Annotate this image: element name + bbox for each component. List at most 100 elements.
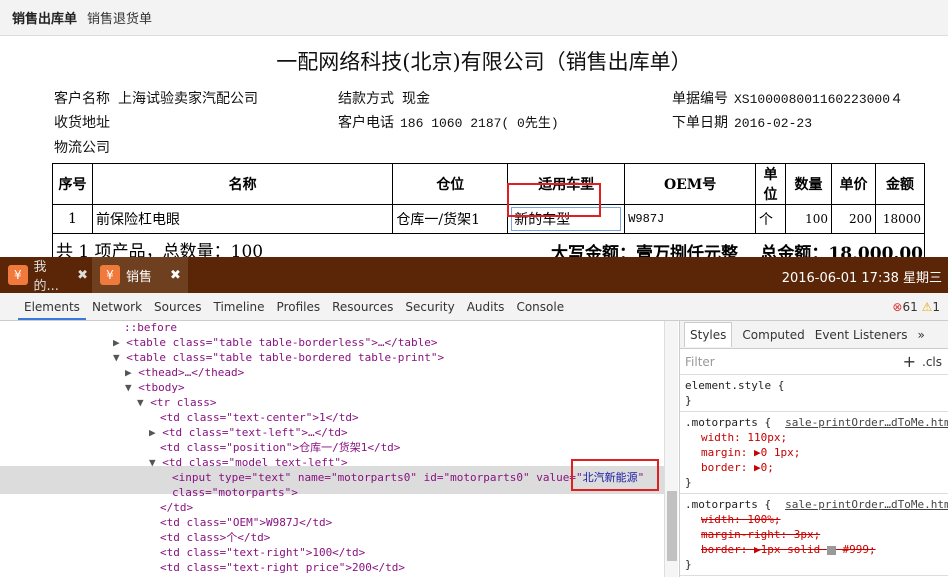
expand-arrow-icon[interactable]: ▼ bbox=[137, 396, 150, 409]
source-link[interactable]: sale-printOrder…dToMe.htm bbox=[785, 498, 948, 511]
dom-node[interactable]: ::before bbox=[124, 321, 177, 335]
cell-position: 仓库一/货架1 bbox=[392, 204, 509, 234]
tab-sources[interactable]: Sources bbox=[148, 300, 207, 314]
error-count[interactable]: ⊗61 ⚠1 bbox=[892, 300, 940, 314]
header-cell: 序号 bbox=[52, 163, 93, 205]
tab-event-listeners[interactable]: Event Listeners bbox=[815, 328, 908, 342]
dom-node[interactable]: ▼ <td class="model text-left"> bbox=[149, 455, 348, 470]
header-cell: 金额 bbox=[874, 163, 926, 205]
dom-node[interactable]: ▼ <tbody> bbox=[125, 380, 185, 395]
dom-node-text: <td class>个</td> bbox=[160, 531, 271, 544]
brace: } bbox=[685, 558, 692, 571]
styles-filter-input[interactable]: Filter + .cls bbox=[680, 349, 948, 375]
dom-node-text: <thead>…</thead> bbox=[138, 366, 245, 379]
table-row: 1 前保险杠电眼 仓库一/货架1 新的车型 W987J 个 100 200 18… bbox=[52, 204, 926, 234]
selector: .motorparts { bbox=[685, 498, 772, 511]
tab-sales-outbound[interactable]: 销售出库单 bbox=[12, 8, 77, 27]
color-swatch[interactable] bbox=[826, 545, 836, 555]
value: 上海试验卖家汽配公司 bbox=[118, 91, 258, 107]
dom-node[interactable]: ▼ <tr class> bbox=[137, 395, 216, 410]
tab-elements[interactable]: Elements bbox=[18, 300, 86, 320]
dom-node-text: class="motorparts"> bbox=[172, 486, 298, 499]
error-icon: ⊗ bbox=[892, 300, 903, 314]
header-cell: 数量 bbox=[785, 163, 832, 205]
dom-node-text: <table class="table table-bordered table… bbox=[126, 351, 445, 364]
scrollbar[interactable] bbox=[664, 321, 678, 577]
css-property[interactable]: width: 100%; bbox=[685, 512, 943, 527]
top-nav: 销售出库单 销售退货单 bbox=[0, 0, 948, 36]
dom-node-text: <tbody> bbox=[138, 381, 185, 394]
css-property[interactable]: margin: ▶0 1px; bbox=[685, 445, 943, 460]
css-property[interactable]: border: ▶1px solid #999; bbox=[685, 542, 943, 557]
dom-node[interactable]: <td class="text-right price">200</td> bbox=[160, 560, 405, 575]
prop-text: border: ▶1px solid bbox=[701, 543, 827, 556]
tab-console[interactable]: Console bbox=[510, 300, 570, 314]
scrollbar-thumb[interactable] bbox=[667, 491, 677, 561]
tab-computed[interactable]: Computed bbox=[742, 328, 804, 342]
expand-arrow-icon[interactable]: ▶ bbox=[125, 366, 138, 379]
selector: element.style { bbox=[685, 379, 785, 392]
selector: .motorparts { bbox=[685, 416, 772, 429]
tab-security[interactable]: Security bbox=[399, 300, 460, 314]
dom-node-text: <td class="position">仓库一/货架1</td> bbox=[160, 441, 401, 454]
tab-profiles[interactable]: Profiles bbox=[271, 300, 327, 314]
order-number: 单据编号 XS100008001160223000４ bbox=[672, 88, 903, 108]
tab-timeline[interactable]: Timeline bbox=[208, 300, 271, 314]
cell-name: 前保险杠电眼 bbox=[91, 204, 394, 234]
css-rule-overridden: .motorparts { sale-printOrder…dToMe.htm w… bbox=[680, 494, 948, 576]
dom-node[interactable]: <td class>个</td> bbox=[160, 530, 270, 545]
expand-arrow-icon[interactable]: ▼ bbox=[149, 456, 162, 469]
cell-qty: 100 bbox=[785, 204, 832, 234]
tab-audits[interactable]: Audits bbox=[461, 300, 511, 314]
source-link[interactable]: sale-printOrder…dToMe.htm bbox=[785, 416, 948, 429]
dom-node[interactable]: <td class="OEM">W987J</td> bbox=[160, 515, 332, 530]
dom-node[interactable]: ▶ <td class="text-left">…</td> bbox=[149, 425, 348, 440]
label: 客户电话 bbox=[338, 115, 394, 131]
close-icon[interactable]: ✖ bbox=[170, 268, 181, 283]
css-property[interactable]: border: ▶0; bbox=[685, 460, 943, 475]
dom-node[interactable]: ▶ <table class="table table-borderless">… bbox=[113, 335, 438, 350]
css-property[interactable]: margin-right: 3px; bbox=[685, 527, 943, 542]
dom-node[interactable]: ▼ <table class="table table-bordered tab… bbox=[113, 350, 444, 365]
expand-arrow-icon[interactable]: ▼ bbox=[125, 381, 138, 394]
tab-resources[interactable]: Resources bbox=[326, 300, 399, 314]
tab-sales-return[interactable]: 销售退货单 bbox=[87, 8, 152, 27]
prop-color: #999; bbox=[842, 543, 876, 556]
value: 现金 bbox=[402, 91, 430, 107]
close-icon[interactable]: ✖ bbox=[77, 268, 88, 283]
value: XS100008001160223000４ bbox=[734, 92, 904, 107]
header-cell: OEM号 bbox=[624, 163, 757, 205]
dom-node-text: <td class="text-right">100</td> bbox=[160, 546, 366, 559]
add-rule-icon[interactable]: + bbox=[903, 352, 916, 371]
expand-arrow-icon[interactable]: ▼ bbox=[113, 351, 126, 364]
browser-tab[interactable]: ¥ 我的... ✖ bbox=[0, 257, 88, 294]
dom-node[interactable]: <td class="position">仓库一/货架1</td> bbox=[160, 440, 400, 455]
cell-amount: 18000 bbox=[874, 204, 926, 234]
highlight-box bbox=[571, 459, 659, 491]
payment-method: 结款方式 现金 bbox=[338, 88, 430, 108]
browser-tab-active[interactable]: ¥ 销售 ✖ bbox=[92, 257, 188, 293]
label: 单据编号 bbox=[672, 91, 728, 107]
tab-label: 销售 bbox=[126, 269, 153, 285]
expand-arrow-icon[interactable]: ▶ bbox=[113, 336, 126, 349]
logistics-company: 物流公司 bbox=[54, 137, 110, 157]
dom-node-text: <td class="text-left">…</td> bbox=[162, 426, 348, 439]
dom-node[interactable]: </td> bbox=[160, 500, 193, 515]
tab-label: 我的... bbox=[33, 260, 59, 294]
dom-node[interactable]: ▶ <thead>…</thead> bbox=[125, 365, 244, 380]
tab-network[interactable]: Network bbox=[86, 300, 148, 314]
value: 186 1060 2187( 0先生) bbox=[400, 116, 559, 131]
dom-node[interactable]: <td class="text-center">1</td> bbox=[160, 410, 359, 425]
css-property[interactable]: width: 110px; bbox=[685, 430, 943, 445]
cls-button[interactable]: .cls bbox=[922, 355, 942, 369]
dom-node-text: <td class="model text-left"> bbox=[162, 456, 348, 469]
dom-node[interactable]: <td class="text-right">100</td> bbox=[160, 545, 365, 560]
dom-node[interactable]: class="motorparts"> bbox=[172, 485, 298, 500]
tab-styles[interactable]: Styles bbox=[684, 322, 733, 347]
expand-arrow-icon[interactable]: ▶ bbox=[149, 426, 162, 439]
more-tabs-icon[interactable]: » bbox=[917, 328, 924, 342]
order-date: 下单日期 2016-02-23 bbox=[672, 112, 812, 132]
shipping-address: 收货地址 bbox=[54, 112, 110, 132]
dom-node-text: <td class="OEM">W987J</td> bbox=[160, 516, 333, 529]
dom-node-text: <table class="table table-borderless">…<… bbox=[126, 336, 438, 349]
